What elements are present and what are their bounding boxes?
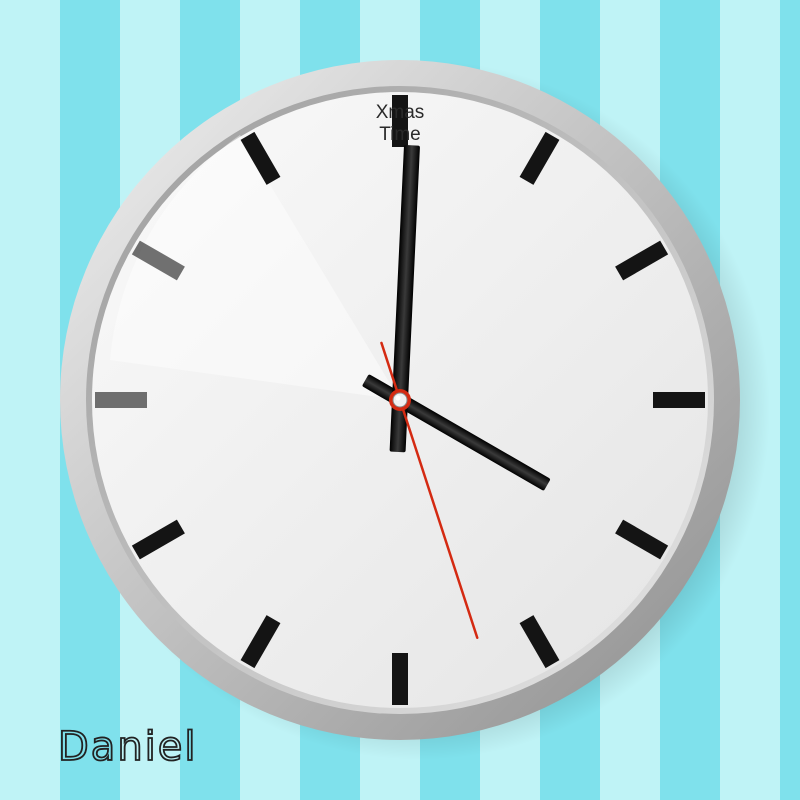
center-cap-highlight — [395, 395, 401, 401]
hour-marker — [653, 392, 705, 408]
hour-marker — [392, 653, 408, 705]
clock-illustration: Xmas Time Daniel — [57, 60, 770, 771]
brand-label-line1: Xmas — [376, 102, 425, 123]
center-cap — [392, 392, 408, 408]
artist-signature: Daniel — [58, 724, 198, 770]
clock-scene: Xmas Time Daniel — [0, 0, 800, 800]
hour-marker — [95, 392, 147, 408]
brand-label-line2: Time — [379, 124, 421, 145]
